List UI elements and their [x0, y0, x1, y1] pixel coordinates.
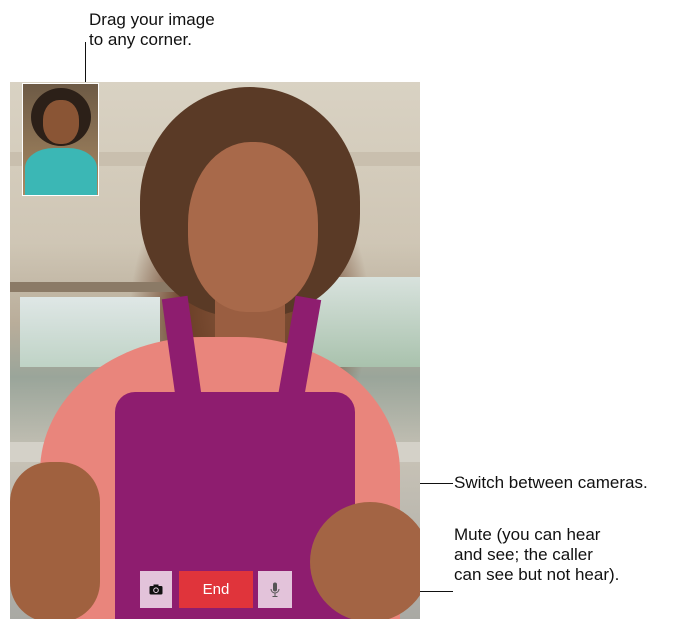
self-view-pip[interactable]: [22, 83, 99, 196]
caller-face: [188, 142, 318, 312]
drag-image-callout: Drag your image to any corner.: [89, 10, 215, 49]
mute-button[interactable]: [258, 571, 292, 608]
mute-callout: Mute (you can hear and see; the caller c…: [454, 525, 620, 584]
microphone-icon: [270, 582, 280, 598]
camera-switch-icon: [149, 584, 163, 595]
facetime-video-screen: End: [10, 82, 420, 619]
self-view-face: [43, 100, 79, 144]
end-call-button[interactable]: End: [179, 571, 253, 608]
switch-camera-button[interactable]: [140, 571, 172, 608]
switch-cameras-callout: Switch between cameras.: [454, 473, 648, 492]
self-view-shirt: [25, 148, 97, 195]
call-controls-bar: End: [10, 571, 420, 611]
